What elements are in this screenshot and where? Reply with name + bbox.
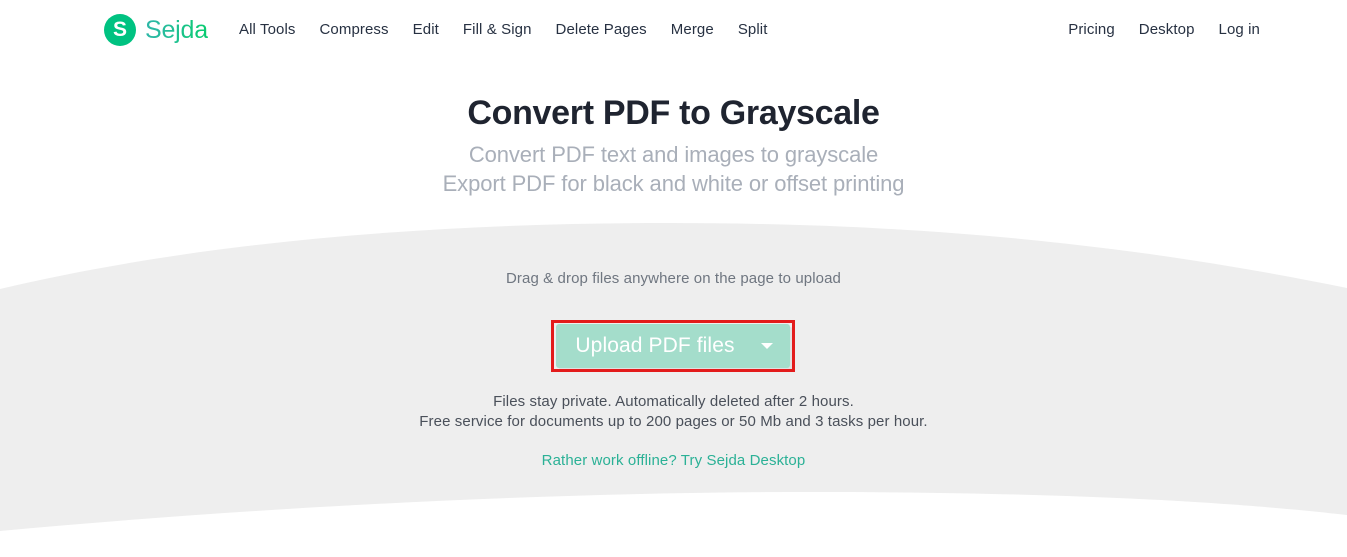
site-header: S Sejda All Tools Compress Edit Fill & S… (0, 0, 1347, 60)
nav-item-delete-pages[interactable]: Delete Pages (544, 20, 659, 40)
nav-item-edit[interactable]: Edit (401, 20, 451, 40)
upload-button-label: Upload PDF files (575, 334, 735, 357)
nav-item-compress[interactable]: Compress (307, 20, 400, 40)
secondary-nav: Pricing Desktop Log in (1056, 20, 1260, 40)
band-bottom-curve (0, 491, 1347, 557)
upload-notes: Files stay private. Automatically delete… (0, 392, 1347, 470)
nav-item-split[interactable]: Split (726, 20, 780, 40)
nav-item-fill-and-sign[interactable]: Fill & Sign (451, 20, 544, 40)
nav-item-all-tools[interactable]: All Tools (239, 20, 307, 40)
hero-section: Convert PDF to Grayscale Convert PDF tex… (0, 92, 1347, 198)
page-title: Convert PDF to Grayscale (467, 94, 880, 132)
primary-nav: All Tools Compress Edit Fill & Sign Dele… (239, 20, 780, 40)
upload-drop-zone[interactable]: Drag & drop files anywhere on the page t… (0, 268, 1347, 290)
sejda-logo-icon: S (104, 14, 136, 46)
chevron-down-icon[interactable] (744, 343, 790, 349)
brand-mark-letter: S (112, 18, 127, 41)
privacy-note: Files stay private. Automatically delete… (493, 393, 854, 410)
nav-item-desktop[interactable]: Desktop (1127, 20, 1207, 40)
drag-drop-hint: Drag & drop files anywhere on the page t… (505, 270, 842, 287)
upload-pdf-files-button[interactable]: Upload PDF files (556, 324, 790, 368)
brand-logo[interactable]: S Sejda (104, 14, 208, 46)
free-service-note: Free service for documents up to 200 pag… (419, 413, 928, 430)
nav-item-log-in[interactable]: Log in (1207, 20, 1260, 40)
sejda-desktop-link[interactable]: Rather work offline? Try Sejda Desktop (542, 452, 806, 469)
nav-item-merge[interactable]: Merge (659, 20, 726, 40)
page-subtitle-line-2: Export PDF for black and white or offset… (442, 171, 905, 196)
nav-item-pricing[interactable]: Pricing (1056, 20, 1127, 40)
page-subtitle-line-1: Convert PDF text and images to grayscale (468, 142, 879, 167)
brand-wordmark: Sejda (145, 15, 208, 44)
